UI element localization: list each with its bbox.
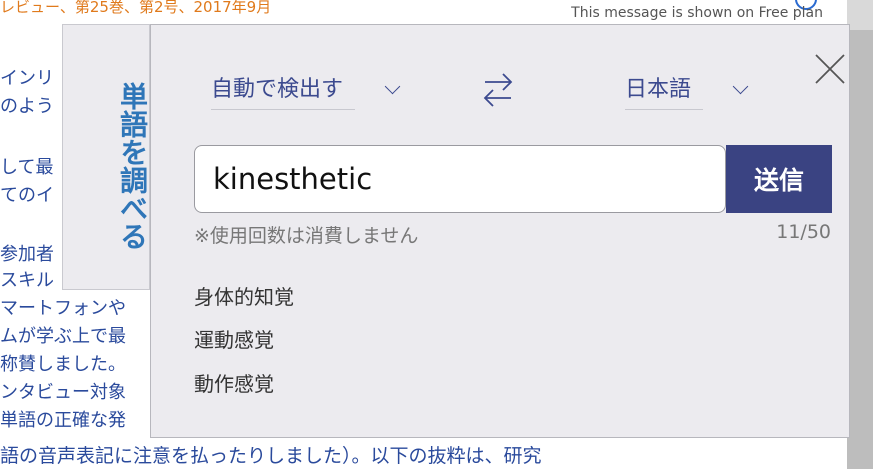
chevron-down-icon[interactable] [732, 78, 749, 95]
article-text-line: のよう [0, 96, 54, 117]
target-language-underline [625, 109, 703, 110]
article-text-line: して最 [0, 157, 54, 178]
close-icon[interactable] [812, 51, 848, 87]
page-scrollbar[interactable] [847, 0, 873, 469]
word-search-input[interactable] [194, 145, 726, 213]
result-item: 動作感覚 [194, 372, 274, 396]
article-text-line: インリ [0, 68, 54, 89]
article-text-line: てのイ [0, 185, 54, 206]
lookup-panel: 自動で検出す 日本語 送信 ※使用回数は消費しません 11/50 身体的知覚 運… [150, 24, 850, 438]
page: レビュー、第25巻、第2号、2017年9月 This message is sh… [0, 0, 873, 469]
article-text-line: 参加者 [0, 244, 54, 265]
result-item: 運動感覚 [194, 328, 274, 352]
usage-counter: 11/50 [776, 221, 831, 243]
article-text-line: 語の音声表記に注意を払ったりしました）。以下の抜粋は、研究 [0, 445, 542, 467]
article-text-line: 称賛しました。 [0, 354, 126, 375]
article-text-line: ンタビュー対象 [0, 382, 126, 403]
send-button[interactable]: 送信 [726, 145, 832, 213]
side-tab-label: 単語を調べる [116, 82, 149, 250]
swap-languages-icon[interactable] [481, 69, 515, 109]
result-item: 身体的知覚 [194, 285, 294, 309]
source-language-underline [211, 109, 355, 110]
lookup-side-tab[interactable]: 単語を調べる [62, 24, 150, 290]
free-plan-notice: This message is shown on Free plan [571, 5, 823, 21]
article-text-line: マートフォンや [0, 298, 126, 319]
article-text-line: スキル [0, 270, 54, 291]
target-language-select[interactable]: 日本語 [625, 71, 715, 103]
article-header: レビュー、第25巻、第2号、2017年9月 [0, 0, 272, 16]
usage-note: ※使用回数は消費しません [194, 225, 419, 247]
source-language-select[interactable]: 自動で検出す [211, 71, 355, 103]
scrollbar-top [847, 0, 873, 30]
article-text-line: ムが学ぶ上で最 [0, 326, 126, 347]
chevron-down-icon[interactable] [384, 78, 401, 95]
article-text-line: 単語の正確な発 [0, 410, 126, 431]
